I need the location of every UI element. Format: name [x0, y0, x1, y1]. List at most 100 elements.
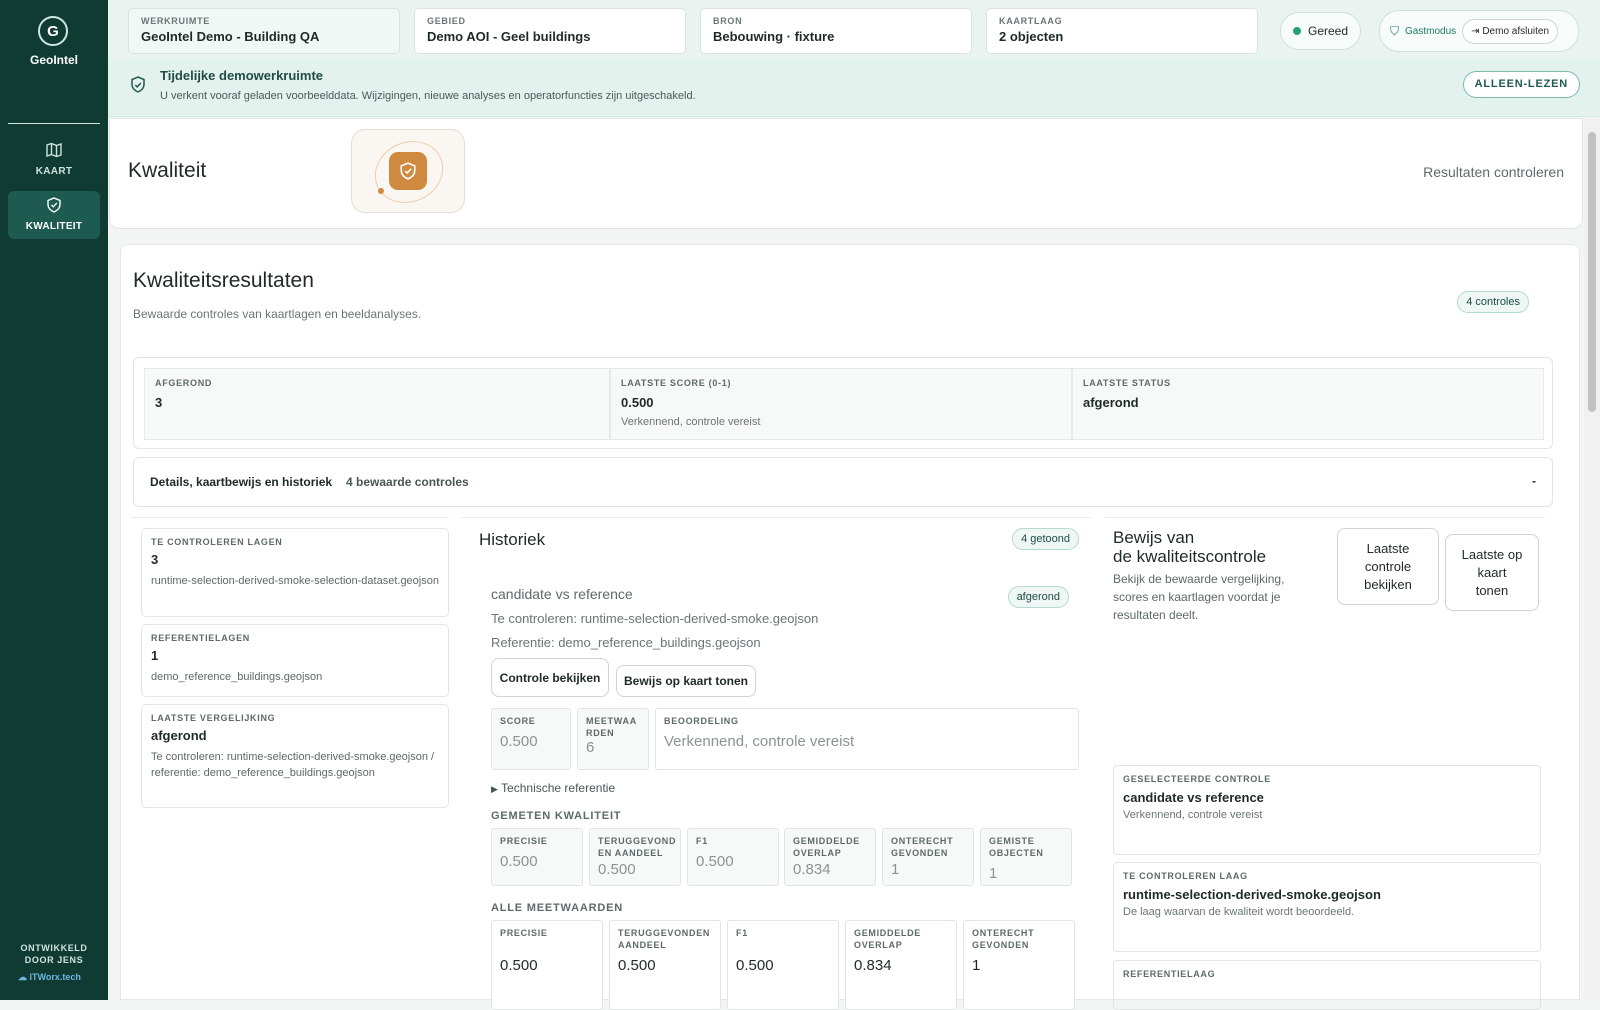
- metric-value: 0.500: [500, 853, 538, 870]
- candidate-layers-card: TE CONTROLEREN LAGEN 3 runtime-selection-d…: [141, 528, 449, 617]
- history-candidate-text: Te controleren: runtime-selection-derive…: [491, 611, 819, 626]
- section-title: Kwaliteitsresultaten: [133, 269, 314, 292]
- layers-column: TE CONTROLEREN LAGEN 3 runtime-selection-d…: [131, 517, 449, 1005]
- metric-key: ONTERECHT GEVONDEN: [891, 836, 954, 858]
- stat-value: 0.500: [621, 395, 654, 410]
- measured-metric-card: GEMISTE OBJECTEN 1: [980, 828, 1072, 886]
- scrollbar-thumb[interactable]: [1588, 132, 1596, 412]
- scrollbar[interactable]: [1584, 118, 1600, 1000]
- metric-value: 0.500: [618, 957, 656, 974]
- view-check-button[interactable]: Controle bekijken: [491, 658, 609, 697]
- collapse-icon[interactable]: -: [1532, 474, 1536, 488]
- history-title: Historiek: [479, 530, 546, 549]
- metric-key: TERUGGEVONDEN AANDEEL: [618, 928, 711, 950]
- exit-demo-label: Demo afsluiten: [1482, 25, 1550, 37]
- details-toggle[interactable]: Details, kaartbewijs en historiek 4 bewa…: [133, 457, 1553, 507]
- brand-name: GeoIntel: [29, 53, 78, 67]
- metric-value: 0.834: [854, 957, 892, 974]
- details-count: 4 bewaarde controles: [346, 475, 469, 489]
- shield-check-icon: [130, 76, 146, 99]
- nav-item-kwaliteit[interactable]: KWALITEIT: [8, 191, 100, 239]
- app-logo-icon[interactable]: G: [38, 16, 68, 46]
- exit-demo-button[interactable]: ⇥ Demo afsluiten: [1462, 18, 1559, 44]
- metric-value: 6: [586, 739, 595, 756]
- stat-sub: Verkennend, controle vereist: [621, 416, 761, 428]
- measured-metric-card: PRECISIE 0.500: [491, 828, 583, 886]
- read-only-badge: ALLEEN-LEZEN: [1462, 71, 1580, 98]
- metric-value: Verkennend, controle vereist: [664, 733, 855, 750]
- sidebar: G GeoIntel KAART KWALITEIT ONTWIKKELD DO…: [0, 0, 108, 1000]
- score-card: SCORE 0.500: [491, 708, 571, 770]
- status-dot-icon: [1293, 27, 1301, 35]
- card-value: 3: [151, 552, 159, 567]
- metric-value: 0.500: [500, 957, 538, 974]
- metric-value: 0.500: [598, 861, 636, 878]
- area-selector[interactable]: GEBIED Demo AOI - Geel buildings: [414, 8, 686, 54]
- sidebar-divider: [8, 123, 100, 124]
- card-key: GEBIED: [427, 16, 466, 26]
- metric-value: 1: [989, 865, 998, 882]
- show-latest-on-map-button[interactable]: Laatste op kaart tonen: [1445, 534, 1539, 611]
- measured-quality-title: GEMETEN KWALITEIT: [491, 810, 622, 822]
- nav-label: KAART: [35, 166, 73, 177]
- metric-key: PRECISIE: [500, 836, 548, 846]
- card-key: REFERENTIELAAG: [1123, 969, 1216, 979]
- shield-icon: ⛉: [1390, 23, 1400, 38]
- show-evidence-map-button[interactable]: Bewijs op kaart tonen: [616, 665, 756, 697]
- history-item-title[interactable]: candidate vs reference: [491, 586, 633, 602]
- partner-logo[interactable]: ☁ ITWorx.tech: [18, 972, 81, 983]
- card-sub: De laag waarvan de kwaliteit wordt beoor…: [1123, 906, 1355, 918]
- metric-value: 0.834: [793, 861, 831, 878]
- quality-illustration: [351, 129, 465, 214]
- card-value: Demo AOI - Geel buildings: [427, 29, 591, 44]
- all-metric-card: PRECISIE 0.500: [491, 920, 603, 1010]
- workspace-selector[interactable]: WERKRUIMTE GeoIntel Demo - Building QA: [128, 8, 400, 54]
- partner-logo-text: ITWorx.tech: [29, 972, 81, 982]
- layer-selector[interactable]: KAARTLAAG 2 objecten: [986, 8, 1258, 54]
- card-key: GESELECTEERDE CONTROLE: [1123, 774, 1271, 784]
- measured-metric-card: GEMIDDELDE OVERLAP 0.834: [784, 828, 876, 886]
- evidence-title-line2: de kwaliteitscontrole: [1113, 547, 1267, 566]
- metric-key: SCORE: [500, 716, 536, 726]
- nav-item-kaart[interactable]: KAART: [8, 136, 100, 184]
- banner-text: U verkent vooraf geladen voorbeelddata. …: [160, 90, 696, 102]
- view-latest-check-button[interactable]: Laatste controle bekijken: [1337, 528, 1439, 605]
- stat-latest-score: LAATSTE SCORE (0-1) 0.500 Verkennend, cont…: [610, 368, 1072, 440]
- metric-key: ONTERECHT GEVONDEN: [972, 928, 1035, 950]
- nav-label: KWALITEIT: [25, 221, 83, 232]
- reference-layers-card: REFERENTIELAGEN 1 demo_reference_buildings…: [141, 624, 449, 697]
- metric-key: F1: [736, 928, 748, 938]
- guest-mode-group: ⛉ Gastmodus ⇥ Demo afsluiten: [1379, 10, 1579, 52]
- selected-check-card: GESELECTEERDE CONTROLE candidate vs refer…: [1113, 765, 1541, 855]
- stat-key: AFGEROND: [155, 378, 213, 388]
- shield-check-icon: [8, 197, 100, 215]
- source-selector[interactable]: BRON Bebouwing · fixture: [700, 8, 972, 54]
- card-key: REFERENTIELAGEN: [151, 633, 251, 643]
- stat-value: afgerond: [1083, 395, 1139, 410]
- card-sub: runtime-selection-derived-smoke-selectio…: [151, 575, 439, 587]
- stat-key: LAATSTE SCORE (0-1): [621, 378, 732, 388]
- demo-banner: Tijdelijke demowerkruimte U verkent voor…: [108, 58, 1600, 117]
- page-title: Kwaliteit: [128, 159, 207, 182]
- metric-value: 0.500: [736, 957, 774, 974]
- evidence-title: Bewijs van de kwaliteitscontrole: [1113, 528, 1266, 566]
- page-header: Kwaliteit Resultaten controleren: [109, 118, 1583, 229]
- context-bar: WERKRUIMTE GeoIntel Demo - Building QA GE…: [108, 0, 1600, 58]
- review-results-link[interactable]: Resultaten controleren: [1423, 164, 1564, 180]
- metric-value: 0.500: [696, 853, 734, 870]
- banner-title: Tijdelijke demowerkruimte: [160, 68, 324, 83]
- shown-count-badge: 4 getoond: [1012, 528, 1079, 550]
- caret-right-icon: ▶: [491, 784, 498, 794]
- evidence-text: Bekijk de bewaarde vergelijking, scores …: [1113, 572, 1285, 622]
- metric-key: GEMISTE OBJECTEN: [989, 836, 1044, 858]
- map-icon: [8, 142, 100, 160]
- cloud-icon: ☁: [18, 972, 27, 982]
- measured-metric-card: ONTERECHT GEVONDEN 1: [882, 828, 974, 886]
- measurements-card: MEETWAA RDEN 6: [577, 708, 649, 770]
- metric-key: BEOORDELING: [664, 716, 739, 726]
- technical-reference-toggle[interactable]: ▶ Technische referentie: [491, 781, 615, 795]
- reference-layer-card: REFERENTIELAAG: [1113, 960, 1541, 1010]
- card-key: WERKRUIMTE: [141, 16, 210, 26]
- metric-key: PRECISIE: [500, 928, 548, 938]
- card-value: candidate vs reference: [1123, 790, 1264, 805]
